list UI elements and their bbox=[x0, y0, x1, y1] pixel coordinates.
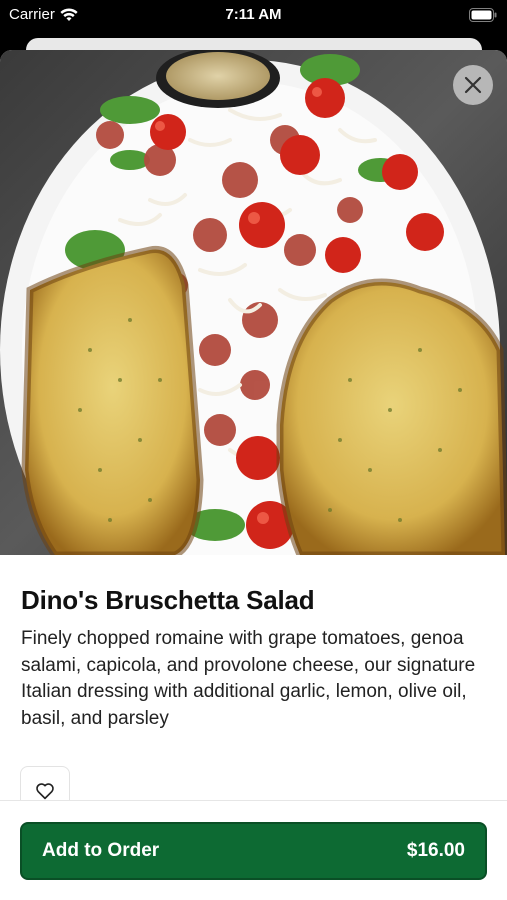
price-label: $16.00 bbox=[406, 840, 465, 861]
item-detail-sheet: Dino's Bruschetta Salad Finely chopped r… bbox=[0, 50, 507, 900]
status-time: 7:11 AM bbox=[225, 6, 282, 23]
order-footer: Add to Order $16.00 bbox=[0, 801, 507, 900]
add-to-order-button[interactable]: Add to Order $16.00 bbox=[20, 822, 487, 880]
item-info: Dino's Bruschetta Salad Finely chopped r… bbox=[21, 585, 491, 732]
item-description: Finely chopped romaine with grape tomato… bbox=[21, 628, 476, 729]
status-bar: Carrier 7:11 AM bbox=[0, 0, 507, 30]
add-to-order-label: Add to Order bbox=[42, 840, 160, 861]
heart-outline-icon bbox=[36, 783, 54, 800]
item-photo bbox=[0, 50, 507, 555]
battery-icon bbox=[469, 8, 497, 22]
close-button[interactable] bbox=[453, 65, 493, 105]
salad-photo-illustration bbox=[0, 50, 507, 555]
item-title: Dino's Bruschetta Salad bbox=[21, 585, 315, 615]
close-icon bbox=[464, 76, 482, 94]
